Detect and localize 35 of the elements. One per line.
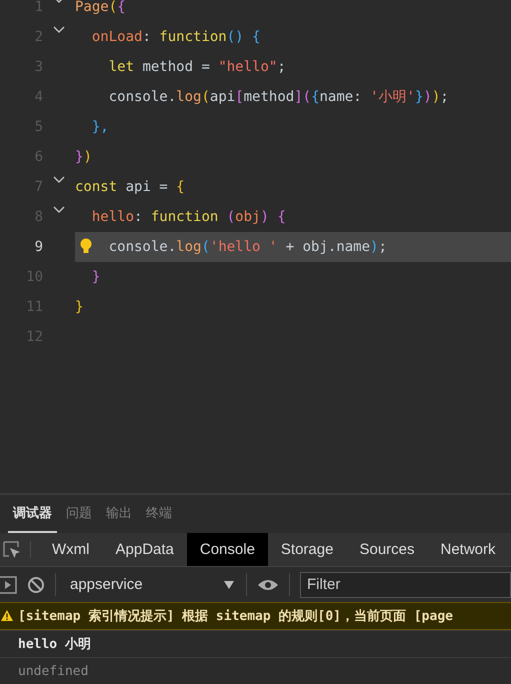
devtools-tab[interactable]: Network — [428, 533, 509, 566]
console-message: undefined — [18, 664, 88, 678]
code-line: }, — [92, 119, 109, 135]
devtools-tab[interactable]: AppData — [102, 533, 187, 566]
code-line: let method = "hello"; — [108, 59, 286, 75]
filter-field[interactable]: Filter — [300, 572, 511, 598]
devtools-tab[interactable]: Storage — [268, 533, 346, 566]
devtools-tab[interactable]: Console — [186, 533, 268, 566]
code-line: const api = { — [75, 179, 185, 195]
line-number: 9 — [34, 238, 43, 257]
panel-tab[interactable]: 终端 — [141, 495, 177, 533]
context-dropdown[interactable]: appservice — [66, 576, 236, 593]
code-line: }) — [75, 149, 92, 165]
lightbulb-icon[interactable] — [80, 238, 92, 254]
fold-chevron-icon[interactable] — [53, 206, 65, 214]
console-message: [sitemap 索引情况提示] 根据 sitemap 的规则[0]，当前页面 [page — [18, 608, 453, 625]
caret-icon — [224, 580, 234, 588]
fold-chevron-icon[interactable] — [53, 176, 65, 184]
panel-tab[interactable]: 输出 — [101, 495, 137, 533]
devtools-tab[interactable]: Sources — [346, 533, 428, 566]
code-line: console.log(api[method]({name: '小明'})); — [108, 88, 449, 106]
code-line: Page({ — [75, 0, 126, 15]
sidebar-toggle-icon[interactable] — [0, 576, 17, 594]
inspect-cursor-icon[interactable] — [2, 540, 22, 560]
code-line: } — [75, 299, 84, 315]
code-line: onLoad: function() { — [92, 29, 260, 45]
panel-tab[interactable]: 问题 — [61, 495, 97, 533]
clear-console-icon[interactable] — [27, 576, 45, 594]
code-line: console.log('hello ' + obj.name); — [108, 239, 387, 255]
fold-chevron-icon[interactable] — [53, 26, 65, 34]
eye-icon[interactable] — [257, 578, 279, 592]
code-line: } — [92, 269, 100, 285]
code-line: hello: function (obj) { — [92, 209, 286, 225]
console-message: hello 小明 — [18, 636, 91, 653]
devtools-tab[interactable]: Wxml — [39, 533, 102, 566]
